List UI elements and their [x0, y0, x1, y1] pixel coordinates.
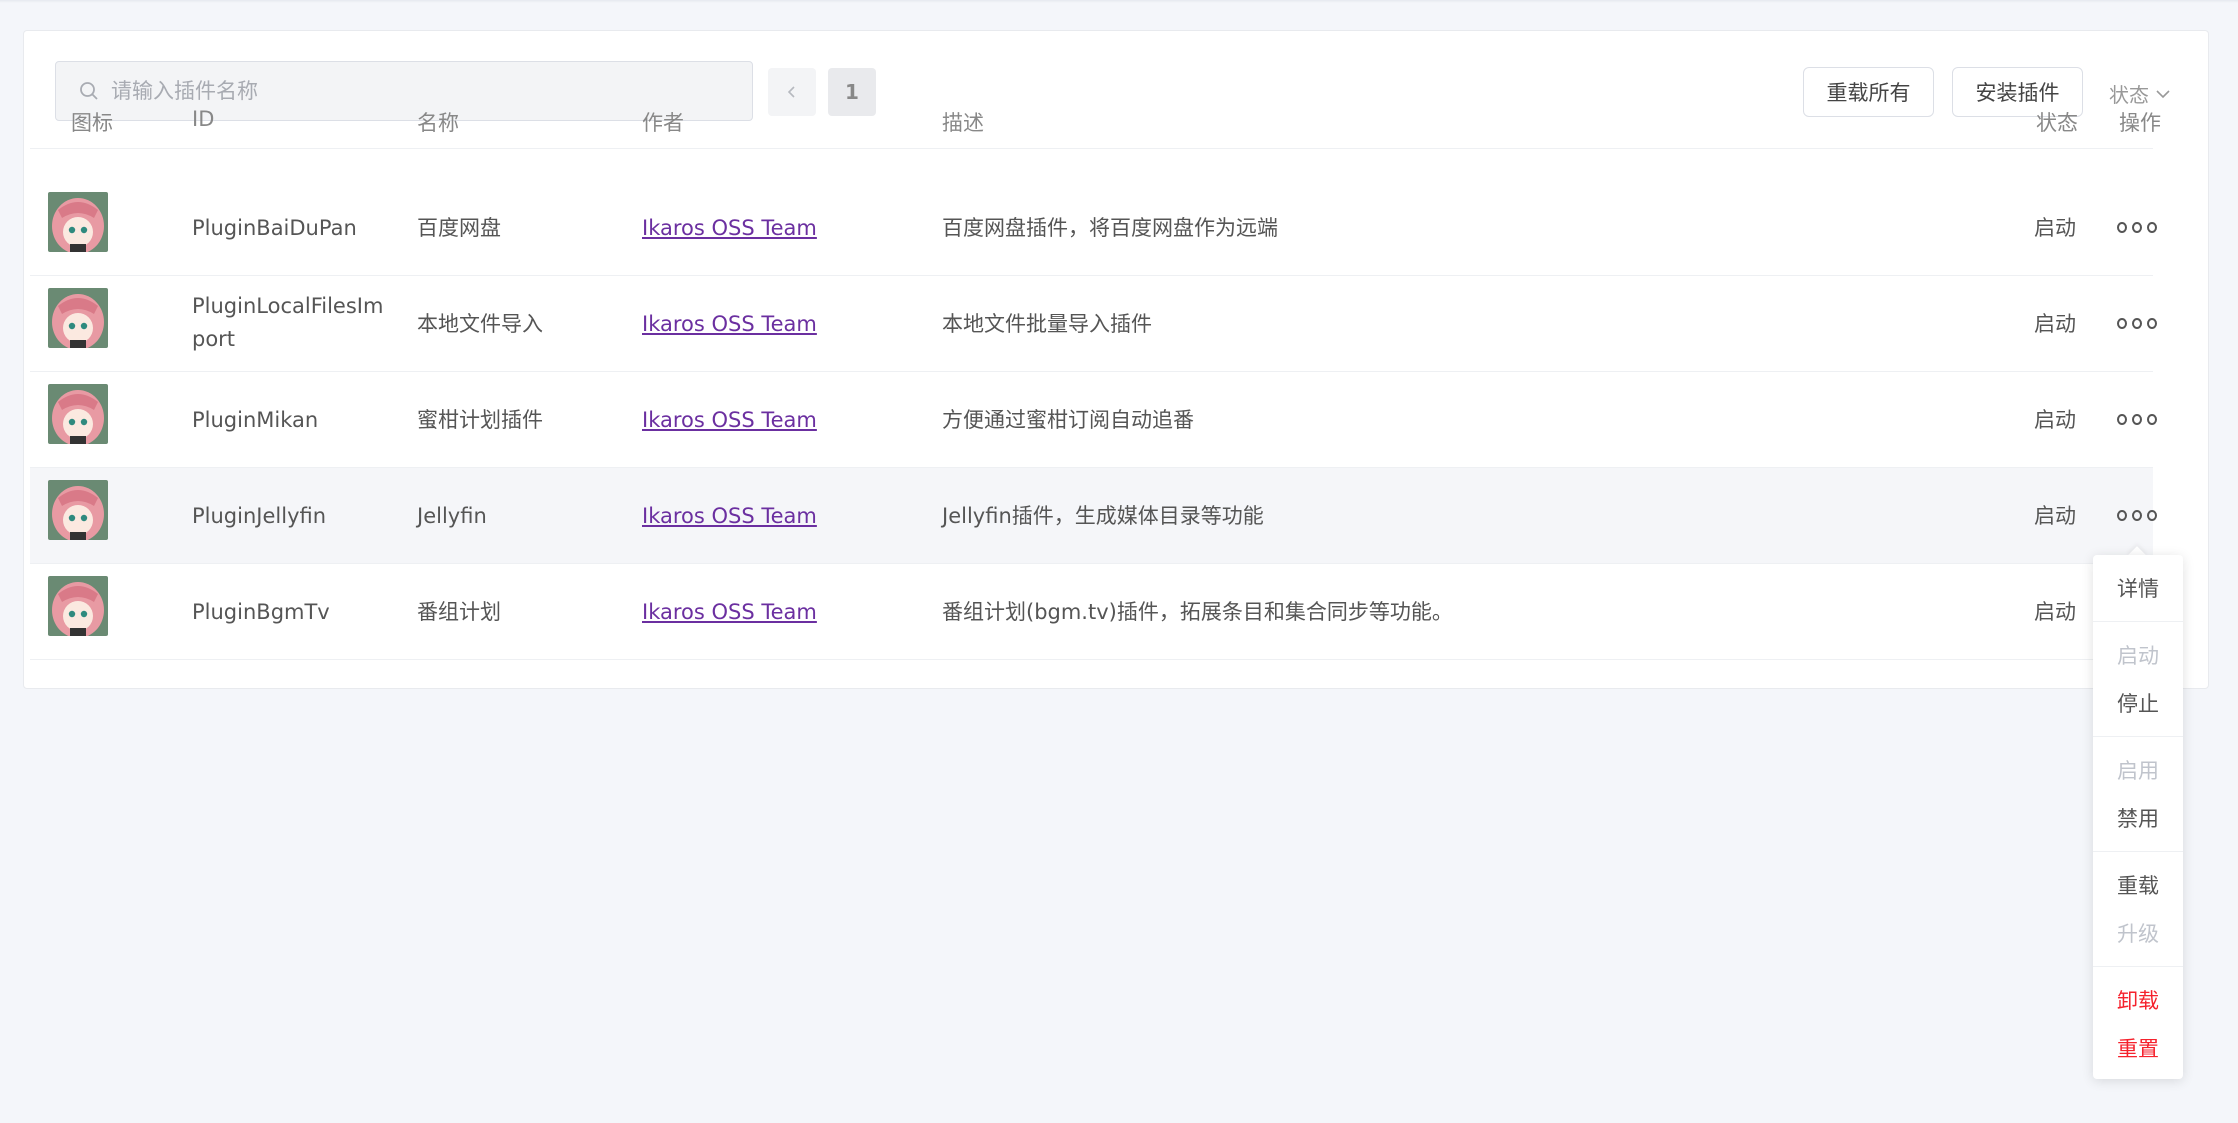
- author-link[interactable]: Ikaros OSS Team: [642, 404, 817, 437]
- plugin-description: 本地文件批量导入插件: [942, 312, 1152, 336]
- plugin-name: 百度网盘: [417, 216, 501, 240]
- plugin-status: 启动: [2034, 504, 2076, 528]
- status-filter-label: 状态: [2109, 83, 2149, 107]
- more-actions-icon[interactable]: [2117, 318, 2157, 330]
- plugin-id: PluginBgmTv: [192, 600, 330, 624]
- menu-item-disable[interactable]: 禁用: [2093, 803, 2183, 833]
- plugin-avatar: [48, 576, 108, 636]
- chevron-left-icon: [787, 86, 795, 98]
- plugin-description: 方便通过蜜柑订阅自动追番: [942, 408, 1194, 432]
- plugin-status: 启动: [2034, 600, 2076, 624]
- menu-item-stop[interactable]: 停止: [2093, 688, 2183, 718]
- table-row: PluginBaiDuPan 百度网盘 Ikaros OSS Team 百度网盘…: [30, 180, 2157, 276]
- column-header-status: 状态: [2036, 111, 2078, 135]
- plugin-name: 番组计划: [417, 600, 501, 624]
- author-link[interactable]: Ikaros OSS Team: [642, 596, 817, 629]
- plugin-name: Jellyfin: [417, 504, 487, 528]
- plugin-avatar: [48, 480, 108, 540]
- author-link[interactable]: Ikaros OSS Team: [642, 212, 817, 245]
- plugin-name: 蜜柑计划插件: [417, 408, 543, 432]
- column-header-actions: 操作: [2119, 111, 2161, 135]
- plugin-description: 番组计划(bgm.tv)插件，拓展条目和集合同步等功能。: [942, 600, 1453, 624]
- column-header-icon: 图标: [71, 111, 113, 135]
- plugin-avatar: [48, 192, 108, 252]
- plugin-id: PluginLocalFilesImport: [192, 294, 384, 351]
- more-actions-icon[interactable]: [2117, 510, 2157, 522]
- search-input[interactable]: [111, 79, 711, 103]
- chevron-down-icon: [2156, 89, 2170, 98]
- menu-item-reset[interactable]: 重置: [2093, 1033, 2183, 1063]
- menu-divider: [2093, 851, 2183, 852]
- more-actions-icon[interactable]: [2117, 414, 2157, 426]
- table-row: PluginJellyfin Jellyfin Ikaros OSS Team …: [30, 468, 2157, 564]
- plugin-id: PluginBaiDuPan: [192, 216, 357, 240]
- column-header-id: ID: [192, 107, 215, 131]
- header-divider: [30, 148, 2153, 149]
- pagination-page-1[interactable]: 1: [828, 68, 876, 116]
- reload-all-button[interactable]: 重载所有: [1803, 67, 1934, 117]
- author-link[interactable]: Ikaros OSS Team: [642, 500, 817, 533]
- table-row: PluginBgmTv 番组计划 Ikaros OSS Team 番组计划(bg…: [30, 564, 2153, 660]
- table-row: PluginMikan 蜜柑计划插件 Ikaros OSS Team 方便通过蜜…: [30, 372, 2157, 468]
- plugin-status: 启动: [2034, 216, 2076, 240]
- menu-item-reload[interactable]: 重载: [2093, 870, 2183, 900]
- plugin-name: 本地文件导入: [417, 312, 543, 336]
- menu-divider: [2093, 621, 2183, 622]
- table-row: PluginLocalFilesImport 本地文件导入 Ikaros OSS…: [30, 276, 2157, 372]
- column-header-description: 描述: [942, 111, 984, 135]
- search-icon: [80, 82, 98, 100]
- plugin-avatar: [48, 384, 108, 444]
- actions-dropdown-menu: 详情 启动 停止 启用 禁用 重载 升级 卸载 重置: [2093, 555, 2183, 1079]
- author-link[interactable]: Ikaros OSS Team: [642, 308, 817, 341]
- plugin-id: PluginJellyfin: [192, 504, 327, 528]
- menu-divider: [2093, 736, 2183, 737]
- plugin-status: 启动: [2034, 312, 2076, 336]
- menu-item-start: 启动: [2117, 644, 2159, 668]
- menu-item-uninstall[interactable]: 卸载: [2093, 985, 2183, 1015]
- plugin-description: 百度网盘插件，将百度网盘作为远端: [942, 216, 1278, 240]
- status-filter-dropdown[interactable]: 状态: [2109, 79, 2171, 108]
- plugin-avatar: [48, 288, 108, 348]
- plugin-status: 启动: [2034, 408, 2076, 432]
- plugin-id: PluginMikan: [192, 408, 319, 432]
- plugin-description: Jellyfin插件，生成媒体目录等功能: [942, 504, 1264, 528]
- more-actions-icon[interactable]: [2117, 222, 2157, 234]
- column-header-name: 名称: [417, 111, 459, 135]
- menu-divider: [2093, 966, 2183, 967]
- pagination-prev-button[interactable]: [768, 68, 816, 116]
- menu-item-enable: 启用: [2117, 759, 2159, 783]
- menu-item-upgrade: 升级: [2117, 922, 2159, 946]
- menu-item-details[interactable]: 详情: [2093, 573, 2183, 603]
- top-shadow: [0, 0, 2238, 3]
- column-header-author: 作者: [642, 111, 684, 135]
